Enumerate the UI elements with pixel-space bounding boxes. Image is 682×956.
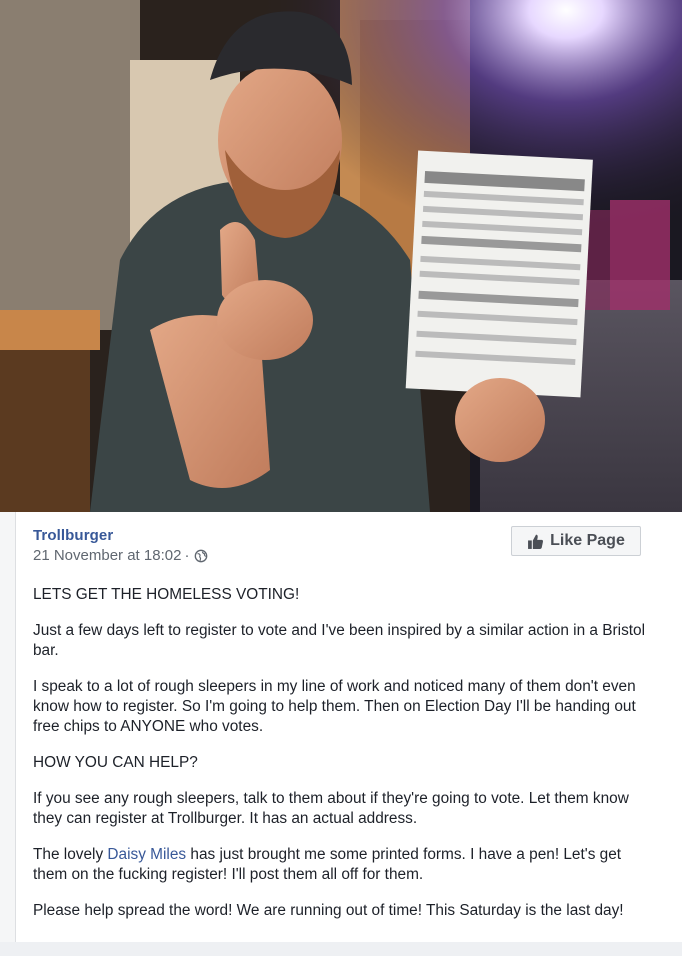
thumbs-up-icon bbox=[528, 534, 544, 549]
like-page-button[interactable]: Like Page bbox=[511, 526, 641, 556]
post-timestamp[interactable]: 21 November at 18:02 bbox=[33, 547, 181, 564]
post-paragraph: Just a few days left to register to vote… bbox=[33, 622, 646, 659]
feed-divider bbox=[0, 942, 682, 956]
mention-link-daisy-miles[interactable]: Daisy Miles bbox=[107, 846, 186, 863]
meta-separator: · bbox=[184, 547, 190, 564]
photo-illustration bbox=[0, 0, 682, 512]
post-card: Trollburger 21 November at 18:02 · Like … bbox=[15, 512, 682, 942]
post-paragraph: LETS GET THE HOMELESS VOTING! bbox=[33, 586, 300, 603]
facebook-post: Trollburger 21 November at 18:02 · Like … bbox=[0, 0, 682, 956]
post-paragraph: I speak to a lot of rough sleepers in my… bbox=[33, 678, 636, 735]
page-name-link[interactable]: Trollburger bbox=[33, 527, 113, 544]
post-paragraph: If you see any rough sleepers, talk to t… bbox=[33, 790, 629, 827]
post-body: LETS GET THE HOMELESS VOTING! Just a few… bbox=[33, 585, 653, 937]
post-paragraph: HOW YOU CAN HELP? bbox=[33, 754, 198, 771]
paragraph-text: The lovely bbox=[33, 846, 108, 863]
globe-icon[interactable] bbox=[194, 549, 208, 563]
post-photo[interactable] bbox=[0, 0, 682, 512]
like-page-label: Like Page bbox=[550, 532, 625, 549]
post-meta: 21 November at 18:02 · bbox=[33, 547, 208, 564]
post-paragraph: Please help spread the word! We are runn… bbox=[33, 902, 624, 919]
post-paragraph-mention: The lovely Daisy Miles has just brought … bbox=[33, 845, 653, 885]
